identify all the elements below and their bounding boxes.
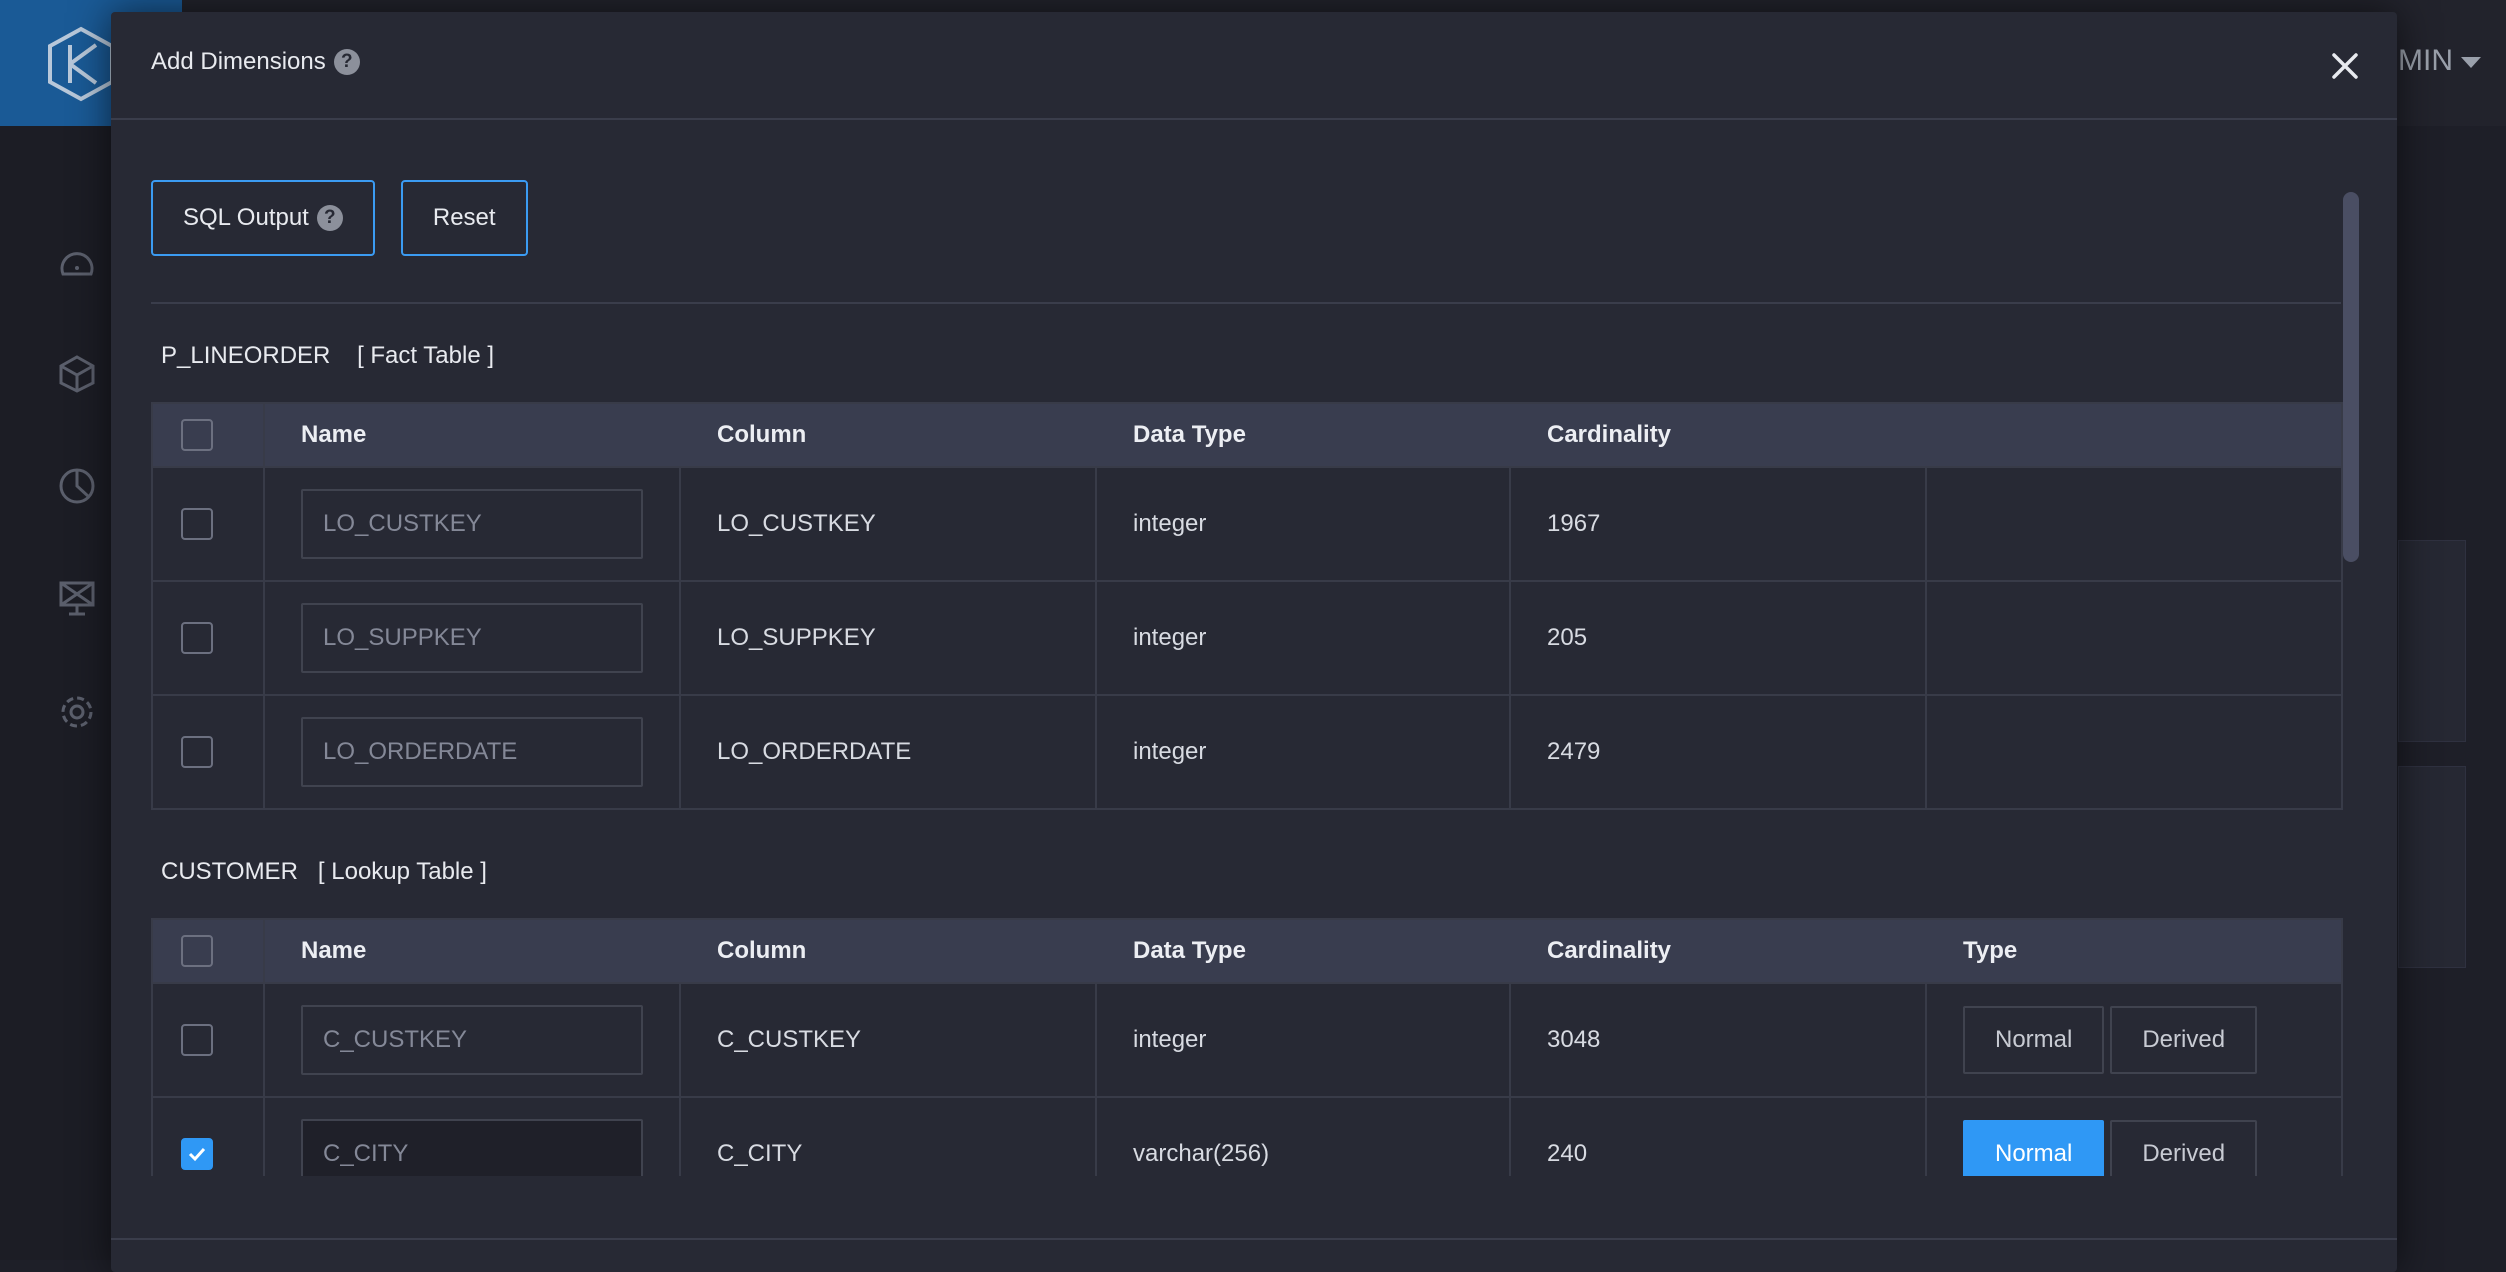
dimension-name-input[interactable]: LO_CUSTKEY (301, 489, 643, 559)
header-name: Name (301, 421, 367, 448)
data-type-value: integer (1133, 738, 1207, 765)
table-row: LO_CUSTKEY LO_CUSTKEY integer 1967 (153, 466, 2341, 580)
reset-button[interactable]: Reset (400, 180, 528, 256)
close-icon[interactable] (2325, 46, 2365, 86)
sql-output-label: SQL Output (183, 204, 309, 231)
row-checkbox[interactable] (181, 1138, 213, 1170)
model-cube-icon[interactable] (57, 354, 97, 394)
modal-footer-divider (111, 1238, 2397, 1240)
kylin-logo-icon (48, 26, 114, 102)
cardinality-value: 240 (1547, 1140, 1588, 1167)
table-row: C_CUSTKEY C_CUSTKEY integer 3048 Normal … (153, 982, 2341, 1096)
header-data-type: Data Type (1133, 421, 1246, 448)
user-menu[interactable]: MIN (2398, 44, 2481, 78)
row-checkbox[interactable] (181, 622, 213, 654)
data-type-value: integer (1133, 510, 1207, 537)
table-header: Name Column Data Type Cardinality Type (153, 920, 2341, 982)
cardinality-value: 205 (1547, 624, 1588, 651)
column-value: C_CUSTKEY (717, 1026, 862, 1053)
type-normal-button[interactable]: Normal (1963, 1006, 2105, 1074)
background-panel (2398, 540, 2466, 742)
table-row: LO_ORDERDATE LO_ORDERDATE integer 2479 (153, 694, 2341, 808)
divider (151, 302, 2341, 304)
table-row: C_CITY C_CITY varchar(256) 240 Normal De… (153, 1096, 2341, 1176)
data-type-value: integer (1133, 624, 1207, 651)
header-name: Name (301, 937, 367, 964)
type-normal-button[interactable]: Normal (1963, 1120, 2105, 1176)
type-derived-button[interactable]: Derived (2110, 1006, 2258, 1074)
lookup-table-grid: Name Column Data Type Cardinality Type C… (151, 918, 2343, 1176)
header-data-type: Data Type (1133, 937, 1246, 964)
add-dimensions-modal: Add Dimensions ? SQL Output ? Reset P_LI… (111, 12, 2397, 1272)
row-checkbox[interactable] (181, 1024, 213, 1056)
header-cardinality: Cardinality (1547, 421, 1672, 448)
header-cardinality: Cardinality (1547, 937, 1672, 964)
header-type: Type (1963, 937, 2018, 964)
dashboard-icon[interactable] (57, 244, 97, 284)
table-header: Name Column Data Type Cardinality (153, 404, 2341, 466)
fact-table-name: P_LINEORDER (161, 342, 331, 369)
settings-gear-icon[interactable] (57, 692, 97, 732)
type-toggle: Normal Derived (1963, 1006, 2258, 1074)
modal-header: Add Dimensions ? (111, 12, 2397, 120)
help-icon[interactable]: ? (333, 49, 360, 75)
dimension-name-input[interactable]: LO_ORDERDATE (301, 717, 643, 787)
lookup-table-title: CUSTOMER [ Lookup Table ] (161, 858, 487, 886)
fact-table-title: P_LINEORDER [ Fact Table ] (161, 342, 494, 370)
modal-title-text: Add Dimensions (151, 48, 326, 75)
header-column: Column (717, 421, 807, 448)
background-panel (2398, 766, 2466, 968)
column-value: LO_SUPPKEY (717, 624, 876, 651)
table-row: LO_SUPPKEY LO_SUPPKEY integer 205 (153, 580, 2341, 694)
column-value: C_CITY (717, 1140, 803, 1167)
row-checkbox[interactable] (181, 508, 213, 540)
type-toggle: Normal Derived (1963, 1120, 2258, 1176)
modal-body: SQL Output ? Reset P_LINEORDER [ Fact Ta… (151, 180, 2379, 1176)
column-value: LO_ORDERDATE (717, 738, 912, 765)
type-derived-button[interactable]: Derived (2110, 1120, 2258, 1176)
fact-table-tag: [ Fact Table ] (357, 342, 495, 369)
vertical-scrollbar[interactable] (2343, 192, 2359, 562)
caret-down-icon (2461, 56, 2481, 68)
dimension-name-input[interactable]: C_CUSTKEY (301, 1005, 643, 1075)
insight-chart-icon[interactable] (57, 466, 97, 506)
help-icon[interactable]: ? (316, 205, 343, 231)
cardinality-value: 3048 (1547, 1026, 1601, 1053)
dimension-name-input[interactable]: C_CITY (301, 1119, 643, 1176)
cardinality-value: 2479 (1547, 738, 1601, 765)
checkmark-icon (188, 1147, 206, 1162)
lookup-table-tag: [ Lookup Table ] (317, 858, 487, 885)
lookup-table-name: CUSTOMER (161, 858, 298, 885)
select-all-checkbox[interactable] (181, 419, 213, 451)
dimension-name-input[interactable]: LO_SUPPKEY (301, 603, 643, 673)
column-value: LO_CUSTKEY (717, 510, 876, 537)
cardinality-value: 1967 (1547, 510, 1601, 537)
user-menu-label: MIN (2398, 44, 2453, 77)
data-type-value: varchar(256) (1133, 1140, 1270, 1167)
modal-title: Add Dimensions ? (151, 48, 360, 76)
row-checkbox[interactable] (181, 736, 213, 768)
toolbar: SQL Output ? Reset (151, 180, 528, 256)
header-column: Column (717, 937, 807, 964)
fact-table-grid: Name Column Data Type Cardinality LO_CUS… (151, 402, 2343, 810)
data-type-value: integer (1133, 1026, 1207, 1053)
monitor-icon[interactable] (57, 578, 97, 618)
select-all-checkbox[interactable] (181, 935, 213, 967)
sql-output-button[interactable]: SQL Output ? (151, 180, 375, 256)
